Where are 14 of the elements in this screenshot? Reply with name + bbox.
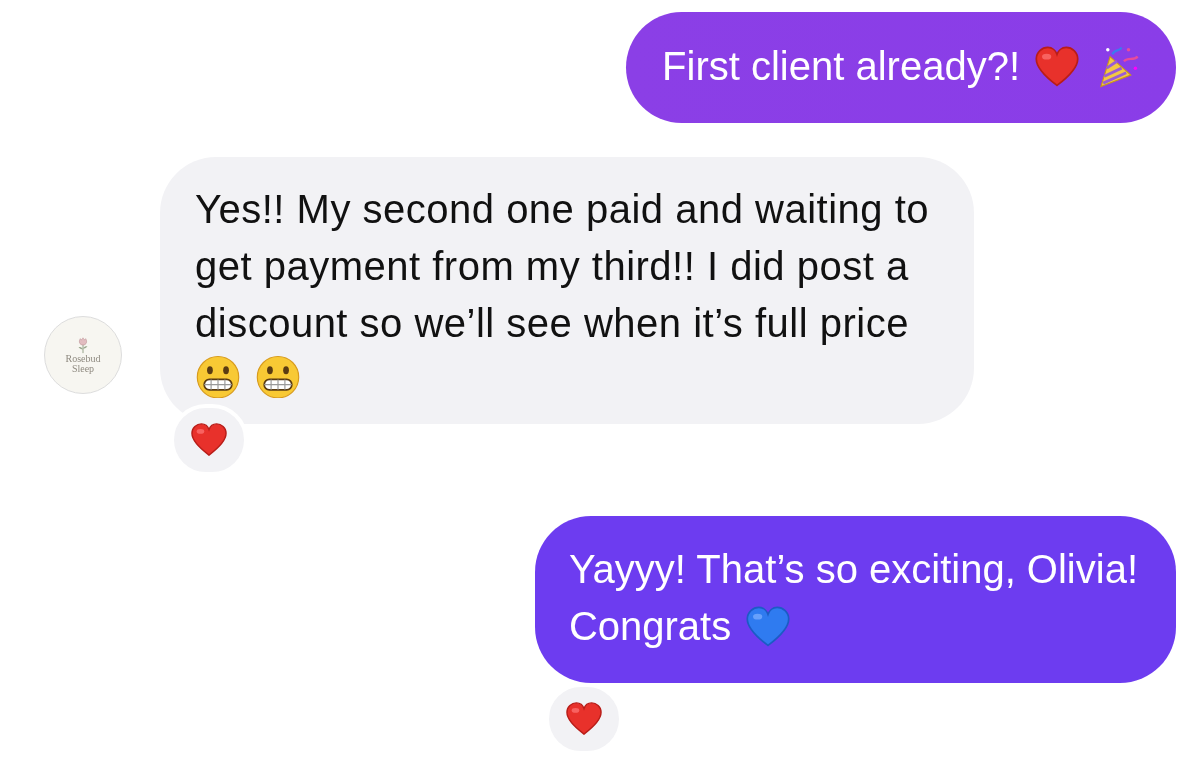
message-text: discount so we’ll see when it’s full price (195, 300, 909, 347)
message-text: Congrats (568, 603, 732, 650)
grimacing-face-icon (195, 354, 241, 398)
heart-icon (745, 604, 792, 649)
heart-icon (1034, 44, 1080, 89)
logo-text: Rosebud Sleep (64, 354, 102, 374)
grimacing-face-icon (255, 354, 301, 398)
avatar[interactable]: Rosebud Sleep (44, 316, 122, 394)
message-text: Yes!! My second one paid and waiting to (195, 186, 930, 233)
heart-icon (190, 422, 228, 458)
message-text: First client already?! (662, 43, 1020, 90)
message-text: get payment from my third!! I did post a (195, 243, 909, 290)
message-text: Yayyy! That’s so exciting, Olivia! (568, 546, 1138, 593)
heart-icon (564, 701, 603, 737)
